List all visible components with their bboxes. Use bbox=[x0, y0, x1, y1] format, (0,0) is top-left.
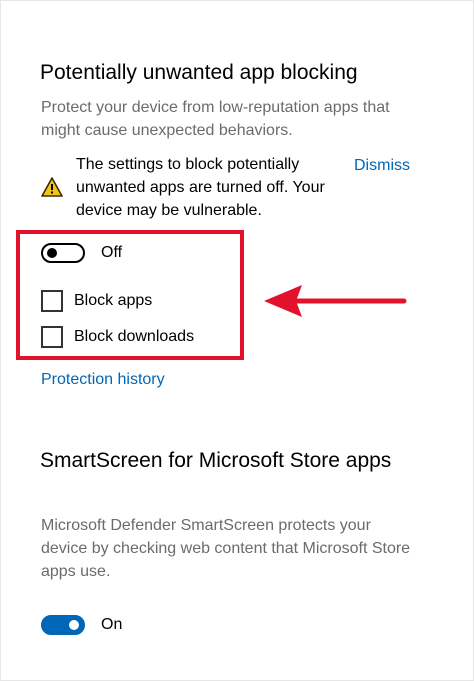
pua-section-title: Potentially unwanted app blocking bbox=[40, 61, 358, 84]
smartscreen-toggle-label: On bbox=[101, 616, 123, 633]
toggle-knob bbox=[69, 620, 79, 630]
pointer-arrow-icon bbox=[264, 285, 407, 317]
warning-icon bbox=[41, 177, 63, 197]
block-downloads-label[interactable]: Block downloads bbox=[74, 326, 194, 348]
protection-history-link[interactable]: Protection history bbox=[41, 369, 165, 391]
smartscreen-description: Microsoft Defender SmartScreen protects … bbox=[41, 517, 411, 580]
smartscreen-toggle-switch[interactable] bbox=[41, 615, 85, 635]
warning-message: The settings to block potentially unwant… bbox=[76, 156, 325, 219]
block-downloads-checkbox[interactable] bbox=[41, 326, 63, 348]
toggle-knob bbox=[47, 248, 57, 258]
smartscreen-section-title: SmartScreen for Microsoft Store apps bbox=[40, 449, 392, 472]
block-apps-label[interactable]: Block apps bbox=[74, 290, 152, 312]
pua-toggle-label: Off bbox=[101, 244, 123, 261]
pua-toggle-switch[interactable] bbox=[41, 243, 85, 263]
dismiss-link[interactable]: Dismiss bbox=[354, 155, 410, 177]
block-apps-checkbox[interactable] bbox=[41, 290, 63, 312]
pua-description: Protect your device from low-reputation … bbox=[41, 99, 390, 139]
